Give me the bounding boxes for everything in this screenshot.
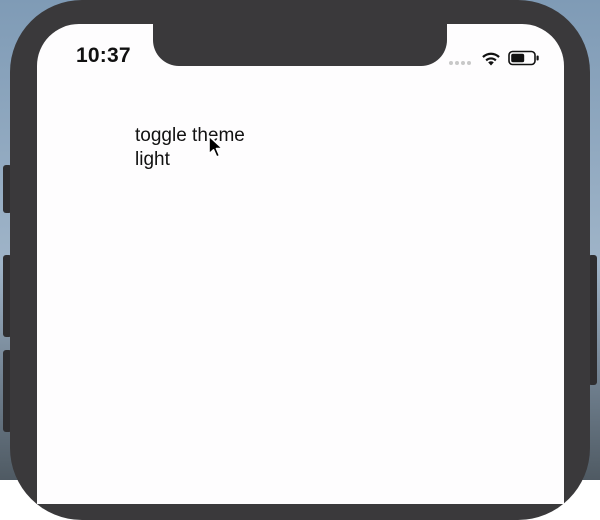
wifi-icon xyxy=(482,52,500,66)
app-content: toggle theme light xyxy=(135,124,245,172)
notch xyxy=(153,24,447,66)
status-time: 10:37 xyxy=(76,44,131,67)
signal-dots-icon xyxy=(449,61,473,67)
battery-icon xyxy=(508,50,539,66)
theme-value-label: light xyxy=(135,149,170,170)
phone-screen: 10:37 toggle theme light xyxy=(37,24,564,504)
toggle-theme-button[interactable]: toggle theme xyxy=(135,124,245,148)
